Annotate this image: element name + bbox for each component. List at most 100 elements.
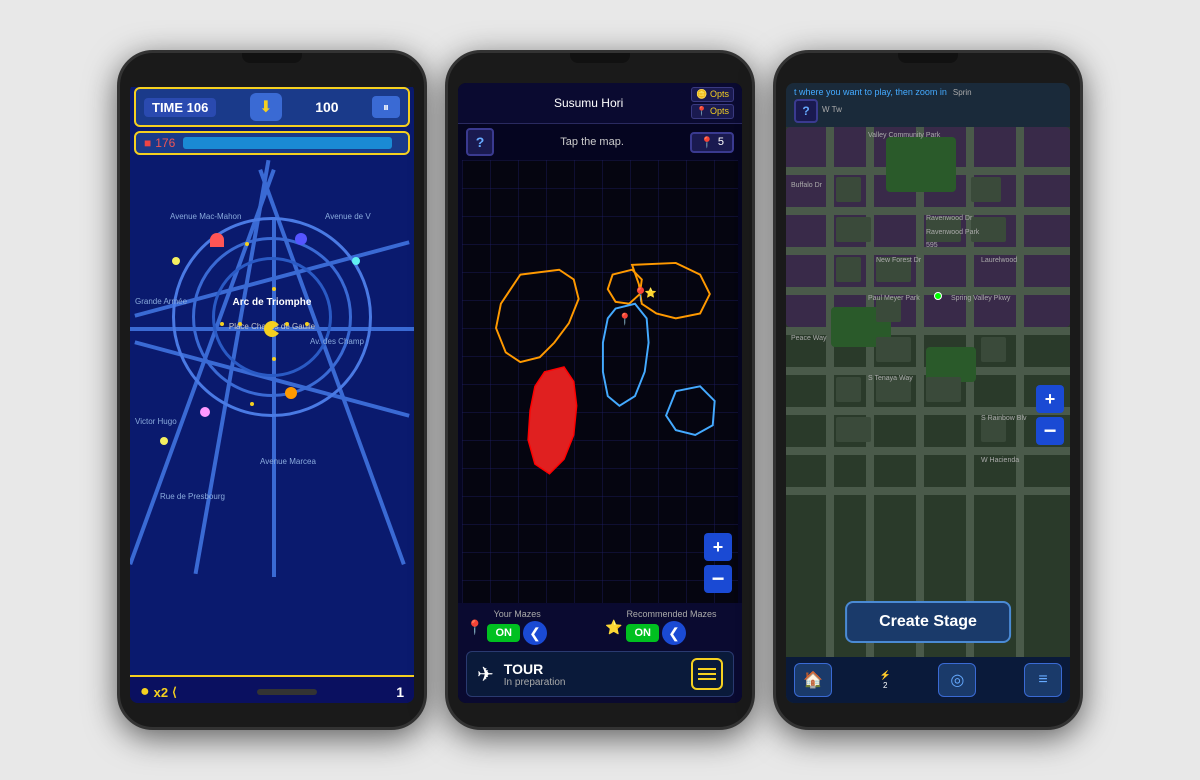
street-label-4: Grande Armée <box>135 297 187 306</box>
dot <box>272 287 276 291</box>
ghost-red <box>210 233 224 247</box>
street-label-nfd: New Forest Dr <box>876 257 921 264</box>
plane-icon: ✈ <box>477 662 494 687</box>
energy-bar <box>183 137 392 149</box>
bottom-hud: ● x2 ⟨ 1 <box>130 675 414 703</box>
bottom-bar <box>257 689 317 695</box>
street-label-595: 595 <box>926 242 938 249</box>
street-label-rwp: Ravenwood Park <box>926 229 979 236</box>
block-9 <box>876 337 911 362</box>
street-label-1: Avenue Mac-Mahon <box>170 212 241 221</box>
zoom-out-button-3[interactable]: − <box>1036 417 1064 445</box>
dot <box>220 322 224 326</box>
park-1 <box>886 137 956 192</box>
dot <box>285 322 289 326</box>
power-pellet <box>172 257 180 265</box>
lives-display: ■ 176 <box>144 136 175 150</box>
street-label-2: Avenue de V <box>325 212 371 221</box>
pts-icon[interactable]: 📍 Opts <box>691 104 734 119</box>
zoom-controls-2: + − <box>704 533 732 593</box>
location-marker <box>934 292 942 300</box>
pin-icon: 📍 <box>700 136 714 149</box>
phone-notch-1 <box>242 53 302 63</box>
street-label-vcp: Valley Community Park <box>868 132 940 139</box>
street-label-5: Victor Hugo <box>135 417 177 426</box>
street-label-6: Avenue Marcea <box>260 457 316 466</box>
zoom-controls-3: + − <box>1036 385 1064 445</box>
city-map[interactable]: Valley Community Park Buffalo Dr Ravenwo… <box>786 127 1070 703</box>
svg-text:⭐: ⭐ <box>645 287 657 299</box>
power-pellet-3 <box>160 437 168 445</box>
arc-triomphe-area: Arc de Triomphe Place Charles de Gaulle <box>172 217 372 417</box>
dot <box>245 242 249 246</box>
coin-icon[interactable]: 🪙 Opts <box>691 87 734 102</box>
tour-title: TOUR <box>504 661 681 677</box>
tour-row[interactable]: ✈ TOUR In preparation <box>466 651 734 697</box>
phone-notch-3 <box>898 53 958 63</box>
world-map[interactable]: 📍 ⭐ 📍 + − <box>462 160 738 603</box>
zoom-in-button-3[interactable]: + <box>1036 385 1064 413</box>
ghost-orange <box>285 387 297 399</box>
hud-top: TIME 106 ⬇ 100 ⏸ <box>134 87 410 127</box>
score-display: 100 <box>315 99 338 115</box>
phone-2: Susumu Hori 🪙 Opts 📍 Opts ? Tap the map.… <box>445 50 755 730</box>
bottom-section: 📍 Your Mazes ON ❮ ⭐ Recommended Maze <box>458 603 742 703</box>
block-11 <box>836 377 861 402</box>
arrow-icon[interactable]: ⬇ <box>250 93 282 121</box>
street-label-lwd: Laurelwood <box>981 257 1017 264</box>
help-button-3[interactable]: ? <box>794 99 818 123</box>
recommended-mazes-arrow[interactable]: ❮ <box>662 621 686 645</box>
tap-label: Tap the map. <box>502 136 682 148</box>
dot <box>238 322 242 326</box>
your-mazes-arrow[interactable]: ❮ <box>523 621 547 645</box>
your-mazes-icon: 📍 <box>466 619 483 636</box>
arc-label: Arc de Triomphe <box>233 297 312 308</box>
home-icon: 🏠 <box>803 670 823 690</box>
time-display: TIME 106 <box>144 98 216 117</box>
street-label-wh: W Hacienda <box>981 457 1019 464</box>
recommended-mazes-toggle[interactable]: ON <box>626 624 659 642</box>
ghost-blue <box>295 233 307 245</box>
player-name: Susumu Hori <box>486 96 691 110</box>
tour-text: TOUR In preparation <box>504 661 681 688</box>
sprin-label: Sprin <box>953 88 972 97</box>
game-map: Arc de Triomphe Place Charles de Gaulle … <box>130 157 414 577</box>
street-label-stw: S Tenaya Way <box>868 375 913 382</box>
block-14 <box>836 417 871 442</box>
phone-1: TIME 106 ⬇ 100 ⏸ ■ 176 <box>117 50 427 730</box>
street-label-3: Av. des Champ <box>310 337 364 346</box>
pin-counter: 📍 5 <box>690 132 734 153</box>
bottom-nav-3: 🏠 ⚡ 2 ◎ ≡ <box>786 657 1070 703</box>
recommended-mazes-box: ⭐ Recommended Mazes ON ❮ <box>605 609 734 645</box>
top-icons: 🪙 Opts 📍 Opts <box>691 87 734 119</box>
home-button-3[interactable]: 🏠 <box>794 663 832 697</box>
your-mazes-toggle[interactable]: ON <box>487 624 520 642</box>
map-header: t where you want to play, then zoom in S… <box>786 83 1070 127</box>
zoom-in-button-2[interactable]: + <box>704 533 732 561</box>
dot <box>305 322 309 326</box>
zoom-out-button-2[interactable]: − <box>704 565 732 593</box>
menu-button-3[interactable]: ≡ <box>1024 663 1062 697</box>
street-label-srb: S Rainbow Blv <box>981 415 1027 422</box>
screen-1: TIME 106 ⬇ 100 ⏸ ■ 176 <box>130 83 414 703</box>
street-label-7: Rue de Presbourg <box>160 492 225 501</box>
tour-subtitle: In preparation <box>504 677 681 688</box>
power-pellet-2 <box>352 257 360 265</box>
screen-3: t where you want to play, then zoom in S… <box>786 83 1070 703</box>
pause-button[interactable]: ⏸ <box>372 96 400 118</box>
recommended-mazes-label: Recommended Mazes <box>626 609 716 619</box>
street-label-bd: Buffalo Dr <box>791 182 822 189</box>
your-mazes-label: Your Mazes <box>487 609 547 619</box>
block-2 <box>971 177 1001 202</box>
w-tw-label: W Tw <box>822 105 842 123</box>
radar-button-3[interactable]: ◎ <box>938 663 976 697</box>
menu-line-3 <box>698 678 716 680</box>
bottom-score: 1 <box>396 684 404 700</box>
road-v-1 <box>826 127 834 703</box>
screen-2: Susumu Hori 🪙 Opts 📍 Opts ? Tap the map.… <box>458 83 742 703</box>
menu-button-2[interactable] <box>691 658 723 690</box>
help-button[interactable]: ? <box>466 128 494 156</box>
svg-text:📍: 📍 <box>617 312 632 326</box>
block-1 <box>836 177 861 202</box>
create-stage-button[interactable]: Create Stage <box>845 601 1011 643</box>
